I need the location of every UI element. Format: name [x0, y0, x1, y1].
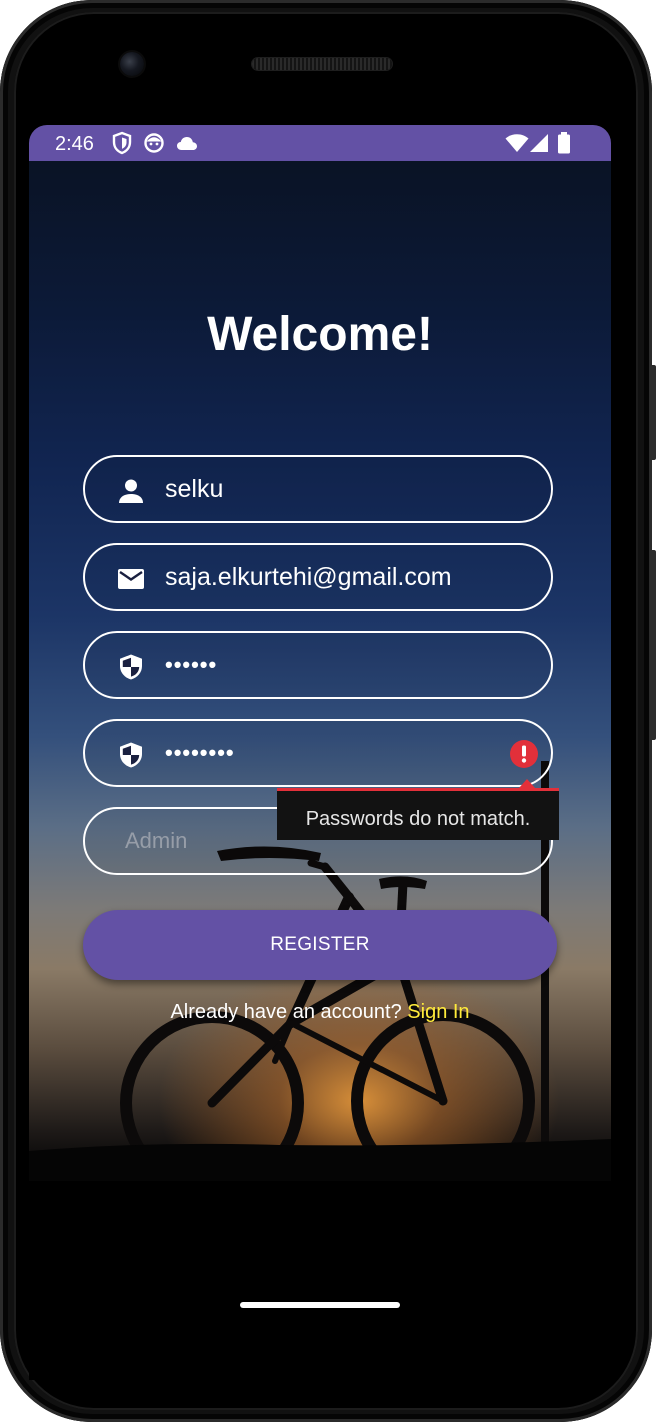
password-field[interactable]: ••••••: [83, 631, 553, 699]
email-value: saja.elkurtehi@gmail.com: [165, 563, 452, 591]
error-tooltip: Passwords do not match.: [277, 788, 559, 840]
email-icon: [118, 569, 144, 589]
home-indicator[interactable]: [240, 1302, 400, 1308]
front-camera: [120, 52, 144, 76]
battery-icon: [558, 132, 570, 154]
background-bottom: [29, 1171, 611, 1380]
person-icon: [119, 479, 143, 503]
shield-icon: [120, 742, 142, 768]
sign-in-link[interactable]: Sign In: [407, 1001, 469, 1023]
shield-icon: [112, 131, 132, 155]
register-button[interactable]: REGISTER: [83, 910, 557, 980]
wifi-icon: [505, 134, 529, 152]
signin-prompt-row: Already have an account? Sign In: [29, 999, 611, 1025]
confirm-password-field[interactable]: ••••••••: [83, 719, 553, 787]
status-bar: 2:46: [29, 125, 611, 161]
email-field[interactable]: saja.elkurtehi@gmail.com: [83, 543, 553, 611]
error-tooltip-pointer: [519, 779, 535, 788]
role-placeholder: Admin: [125, 828, 188, 853]
username-value: selku: [165, 475, 224, 503]
username-field[interactable]: selku: [83, 455, 553, 523]
face-icon: [144, 133, 164, 153]
password-value: ••••••: [165, 652, 218, 677]
app-screen: 2:46 Welcome! selku saja.elkurtehi@gmail…: [29, 125, 611, 1380]
cellular-signal-icon: [530, 134, 548, 152]
power-button: [650, 365, 656, 460]
confirm-password-value: ••••••••: [165, 740, 235, 765]
shield-icon: [120, 654, 142, 680]
volume-button: [650, 550, 656, 740]
phone-device: 2:46 Welcome! selku saja.elkurtehi@gmail…: [0, 0, 658, 1422]
page-title: Welcome!: [207, 308, 433, 361]
earpiece-speaker: [252, 58, 392, 70]
cloud-icon: [177, 137, 197, 150]
signin-prompt: Already have an account?: [170, 1001, 402, 1023]
error-icon[interactable]: [509, 739, 539, 769]
status-time: 2:46: [55, 133, 94, 155]
